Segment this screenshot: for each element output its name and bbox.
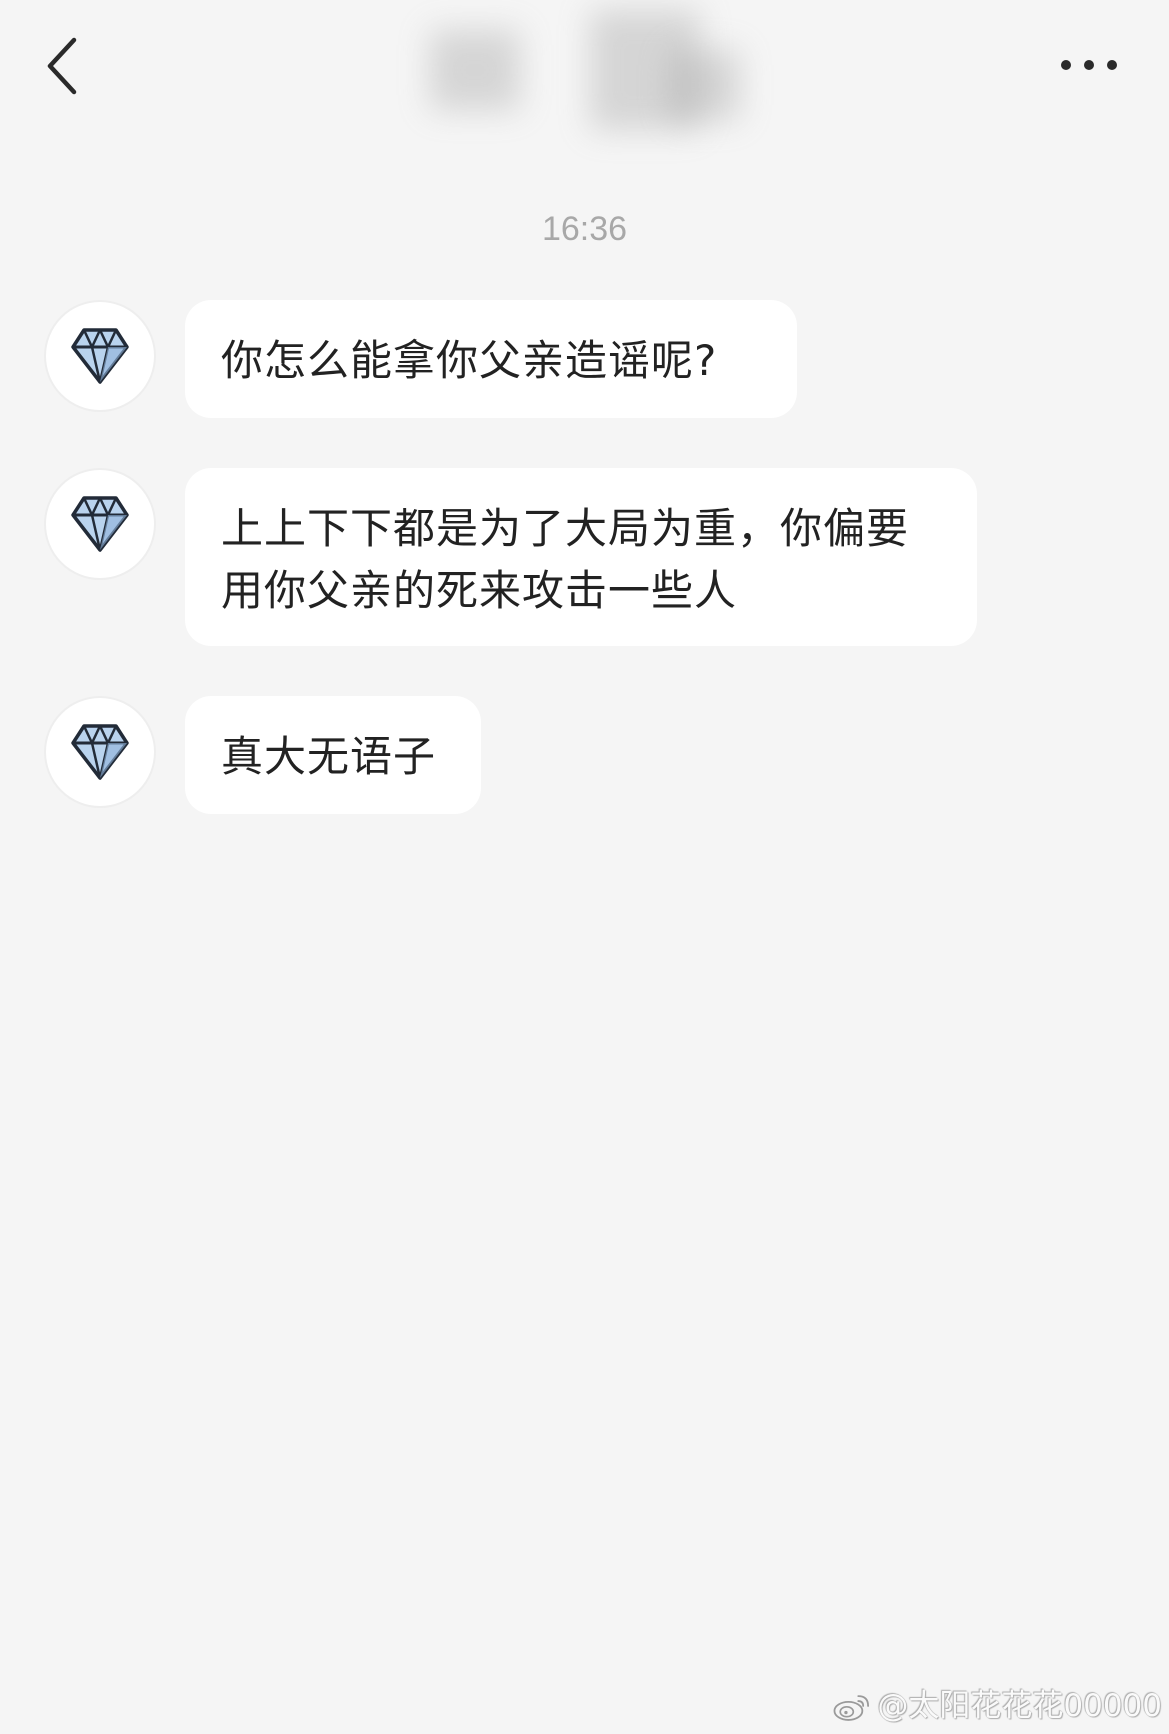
- top-bar: [0, 0, 1169, 140]
- back-button[interactable]: [30, 28, 94, 104]
- weibo-logo: [833, 1695, 869, 1721]
- diamond-icon: [71, 724, 129, 780]
- watermark: @太阳花花花00000: [832, 1686, 1162, 1726]
- watermark-text: @太阳花花花00000: [877, 1688, 1162, 1724]
- avatar[interactable]: [44, 696, 156, 808]
- blurred-contact-name: [420, 10, 800, 150]
- avatar[interactable]: [44, 300, 156, 412]
- avatar[interactable]: [44, 468, 156, 580]
- message-bubble[interactable]: 你怎么能拿你父亲造谣呢?: [185, 300, 797, 418]
- more-options-button[interactable]: [1046, 40, 1132, 90]
- message-bubble[interactable]: 真大无语子: [185, 696, 481, 814]
- chevron-left-icon: [47, 37, 77, 95]
- message-bubble[interactable]: 上上下下都是为了大局为重，你偏要用你父亲的死来攻击一些人: [185, 468, 977, 646]
- more-horizontal-icon: [1061, 60, 1117, 70]
- diamond-icon: [71, 496, 129, 552]
- diamond-icon: [71, 328, 129, 384]
- message-timestamp: 16:36: [541, 210, 628, 248]
